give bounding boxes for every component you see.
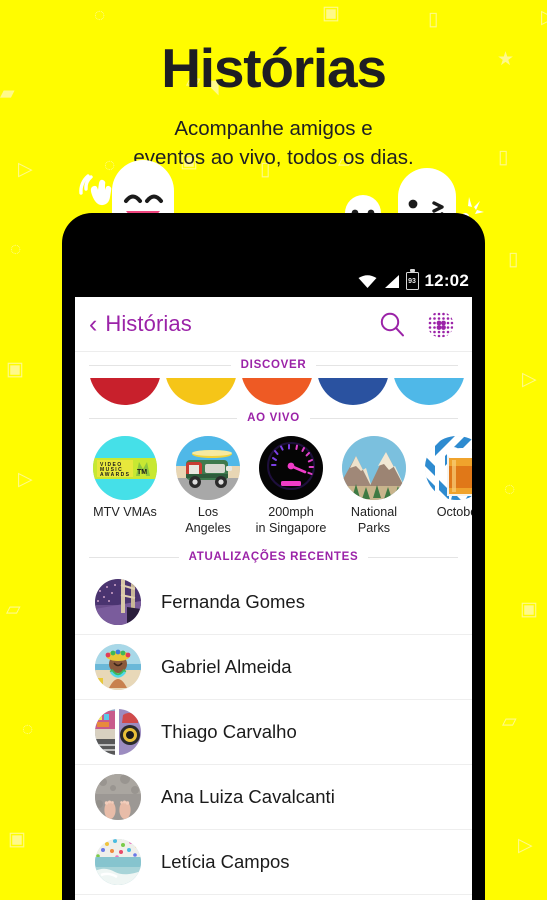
- app-screen: ‹ Histórias DISCOVER AO VIVO VIDEO MUSIC…: [75, 297, 472, 900]
- watermark-icon: ▣: [8, 829, 26, 850]
- watermark-icon: ▱: [6, 599, 21, 620]
- watermark-icon: ▣: [6, 359, 24, 380]
- friend-story-row[interactable]: Ana Luiza Cavalcanti: [75, 765, 472, 830]
- friend-name: Fernanda Gomes: [161, 591, 305, 612]
- live-story-label: MTV VMAs: [93, 505, 157, 519]
- section-header-discover: DISCOVER: [75, 352, 472, 378]
- page-title: Histórias: [161, 37, 387, 99]
- back-button[interactable]: ‹: [89, 311, 97, 337]
- status-bar: 93 12:02: [62, 265, 485, 297]
- watermark-icon: ▷: [522, 369, 537, 390]
- friend-story-row[interactable]: Thiago Carvalho: [75, 700, 472, 765]
- avatar: [95, 774, 141, 820]
- app-bar-title: Histórias: [105, 311, 192, 336]
- live-story-thumbnail: [176, 436, 240, 500]
- snapcode-button[interactable]: [427, 311, 454, 338]
- wifi-icon: [358, 274, 377, 288]
- section-label: DISCOVER: [240, 359, 307, 371]
- search-button[interactable]: [379, 311, 405, 337]
- live-story-tile[interactable]: National Parks: [331, 436, 417, 536]
- live-story-thumbnail: [425, 436, 472, 500]
- live-story-tile[interactable]: Los Angeles: [165, 436, 251, 536]
- friend-story-row[interactable]: [75, 895, 472, 900]
- watermark-icon: ▷: [541, 8, 547, 27]
- friend-name: Gabriel Almeida: [161, 656, 292, 677]
- avatar: [95, 839, 141, 885]
- divider: [89, 364, 231, 366]
- snapcode-icon: [428, 312, 454, 337]
- svg-text:AWARDS: AWARDS: [100, 472, 130, 478]
- section-label: ATUALIZAÇÕES RECENTES: [188, 551, 359, 563]
- friend-story-row[interactable]: Gabriel Almeida: [75, 635, 472, 700]
- search-icon: [380, 312, 404, 337]
- live-story-thumbnail: [342, 436, 406, 500]
- discover-tile-3[interactable]: [241, 378, 313, 405]
- live-story-label: National Parks: [350, 505, 398, 535]
- discover-tile-1[interactable]: [89, 378, 161, 405]
- divider: [89, 556, 179, 558]
- battery-icon: 93: [405, 269, 419, 290]
- discover-tile-2[interactable]: [165, 378, 237, 405]
- live-story-thumbnail: VIDEO MUSIC AWARDS TM: [93, 436, 157, 500]
- promo-screenshot: ◌ ▣ ◥ ▰ ▷ ★ ▯ ▱ ▷ ◌ ▣ ▯ ▱ ▯ ◌ ▣ ▷ ▱ ◌ ▣ …: [0, 0, 547, 900]
- live-stories-row[interactable]: VIDEO MUSIC AWARDS TM MTV VMAs Los Angeles: [75, 431, 472, 544]
- watermark-icon: ▯: [428, 9, 439, 30]
- live-story-label: 200mph in Singapore: [255, 505, 327, 535]
- battery-level: 93: [408, 277, 416, 285]
- friend-name: Letícia Campos: [161, 851, 290, 872]
- watermark-icon: ▣: [520, 599, 538, 620]
- watermark-icon: ▷: [518, 835, 533, 856]
- section-header-recent: ATUALIZAÇÕES RECENTES: [75, 544, 472, 570]
- svg-text:TM: TM: [137, 469, 147, 476]
- section-label: AO VIVO: [247, 412, 300, 424]
- live-story-label: Octobe: [436, 505, 472, 519]
- discover-tile-5[interactable]: [393, 378, 465, 405]
- friend-story-row[interactable]: Fernanda Gomes: [75, 570, 472, 635]
- watermark-icon: ▱: [502, 711, 517, 732]
- watermark-icon: ◌: [504, 479, 516, 500]
- divider: [368, 556, 458, 558]
- avatar: [95, 579, 141, 625]
- app-bar: ‹ Histórias: [75, 297, 472, 352]
- live-story-tile[interactable]: 200mph in Singapore: [248, 436, 334, 536]
- divider: [309, 417, 459, 419]
- discover-row[interactable]: [75, 378, 472, 405]
- phone-frame: 93 12:02 ‹ Histórias DISCOVER AO VIVO VI…: [62, 213, 485, 900]
- friend-name: Thiago Carvalho: [161, 721, 297, 742]
- cellular-signal-icon: [384, 274, 399, 288]
- avatar: [95, 644, 141, 690]
- friend-name: Ana Luiza Cavalcanti: [161, 786, 335, 807]
- recent-updates-list[interactable]: Fernanda Gomes Gabriel Almeida Thiago Ca…: [75, 570, 472, 900]
- watermark-icon: ▷: [18, 469, 33, 490]
- live-story-tile[interactable]: VIDEO MUSIC AWARDS TM MTV VMAs: [82, 436, 168, 521]
- avatar: [95, 709, 141, 755]
- discover-tile-4[interactable]: [317, 378, 389, 405]
- friend-story-row[interactable]: Letícia Campos: [75, 830, 472, 895]
- live-story-thumbnail: [259, 436, 323, 500]
- watermark-icon: ▣: [322, 3, 340, 24]
- watermark-icon: ◌: [10, 239, 22, 260]
- watermark-icon: ◌: [22, 719, 34, 740]
- watermark-icon: ▯: [508, 249, 519, 270]
- watermark-icon: ◌: [94, 5, 106, 26]
- status-bar-time: 12:02: [424, 271, 469, 290]
- section-header-live: AO VIVO: [75, 405, 472, 431]
- live-story-tile[interactable]: Octobe: [414, 436, 472, 521]
- live-story-label: Los Angeles: [185, 505, 231, 535]
- divider: [89, 417, 238, 419]
- divider: [316, 364, 459, 366]
